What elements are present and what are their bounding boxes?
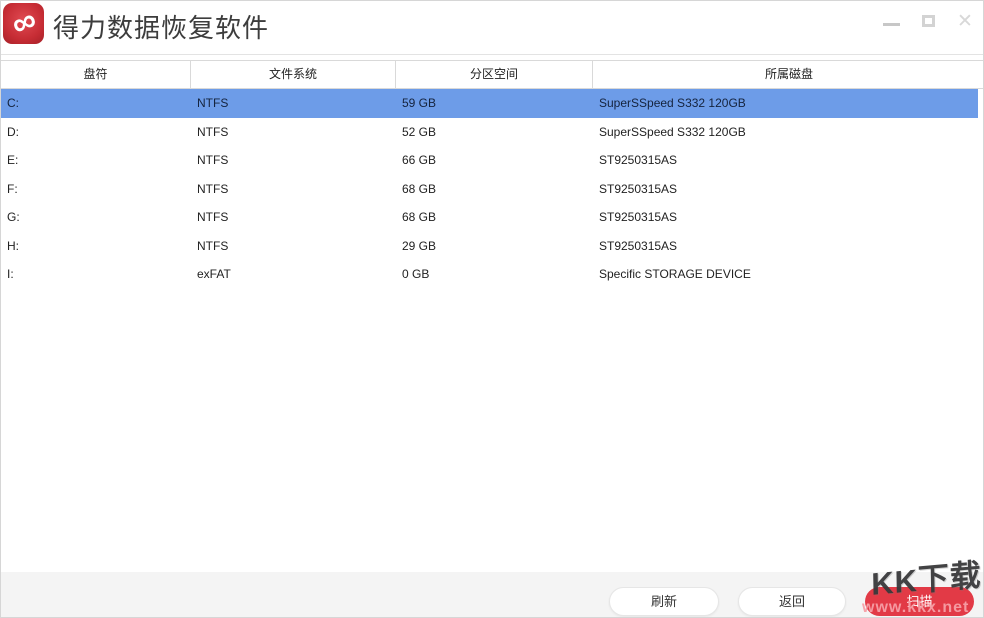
app-title: 得力数据恢复软件 xyxy=(53,8,269,45)
close-icon: ✕ xyxy=(957,12,973,31)
drive-letter-cell: D: xyxy=(1,118,191,147)
filesystem-cell: NTFS xyxy=(191,89,396,118)
drive-letter-cell: E: xyxy=(1,146,191,175)
partition-row[interactable]: E: NTFS 66 GB ST9250315AS xyxy=(1,146,984,175)
partition-table-body: C: NTFS 59 GB SuperSSpeed S332 120GB D: … xyxy=(1,89,984,289)
filesystem-cell: exFAT xyxy=(191,260,396,289)
partition-row[interactable]: C: NTFS 59 GB SuperSSpeed S332 120GB xyxy=(1,89,978,118)
drive-letter-cell: I: xyxy=(1,260,191,289)
filesystem-cell: NTFS xyxy=(191,232,396,261)
drive-letter-cell: F: xyxy=(1,175,191,204)
disk-name-cell: ST9250315AS xyxy=(593,175,984,204)
partition-row[interactable]: F: NTFS 68 GB ST9250315AS xyxy=(1,175,984,204)
disk-name-cell: ST9250315AS xyxy=(593,203,984,232)
back-button[interactable]: 返回 xyxy=(738,587,846,616)
close-button[interactable]: ✕ xyxy=(955,11,975,31)
drive-letter-cell: G: xyxy=(1,203,191,232)
partition-size-cell: 59 GB xyxy=(396,89,593,118)
partition-size-cell: 68 GB xyxy=(396,203,593,232)
partition-row[interactable]: G: NTFS 68 GB ST9250315AS xyxy=(1,203,984,232)
column-header-drive: 盘符 xyxy=(1,61,191,88)
partition-row[interactable]: I: exFAT 0 GB Specific STORAGE DEVICE xyxy=(1,260,984,289)
filesystem-cell: NTFS xyxy=(191,146,396,175)
disk-name-cell: SuperSSpeed S332 120GB xyxy=(593,118,984,147)
drive-letter-cell: H: xyxy=(1,232,191,261)
column-header-filesystem: 文件系统 xyxy=(191,61,396,88)
app-window: ∞ 得力数据恢复软件 ✕ 盘符 文件系统 分区空间 所属磁盘 C: NTFS 5… xyxy=(0,0,984,618)
filesystem-cell: NTFS xyxy=(191,118,396,147)
filesystem-cell: NTFS xyxy=(191,175,396,204)
drive-letter-cell: C: xyxy=(1,89,191,118)
filesystem-cell: NTFS xyxy=(191,203,396,232)
partition-row[interactable]: D: NTFS 52 GB SuperSSpeed S332 120GB xyxy=(1,118,984,147)
partition-table-header: 盘符 文件系统 分区空间 所属磁盘 xyxy=(1,60,984,89)
window-controls: ✕ xyxy=(881,9,975,33)
partition-row[interactable]: H: NTFS 29 GB ST9250315AS xyxy=(1,232,984,261)
minimize-icon xyxy=(883,23,900,26)
refresh-button[interactable]: 刷新 xyxy=(609,587,719,616)
app-logo-icon: ∞ xyxy=(3,3,44,44)
partition-size-cell: 66 GB xyxy=(396,146,593,175)
infinity-icon: ∞ xyxy=(6,2,40,41)
disk-name-cell: ST9250315AS xyxy=(593,232,984,261)
disk-name-cell: ST9250315AS xyxy=(593,146,984,175)
partition-size-cell: 52 GB xyxy=(396,118,593,147)
partition-size-cell: 68 GB xyxy=(396,175,593,204)
disk-name-cell: SuperSSpeed S332 120GB xyxy=(593,89,978,118)
partition-size-cell: 0 GB xyxy=(396,260,593,289)
scan-button[interactable]: 扫描 xyxy=(865,587,974,616)
column-header-size: 分区空间 xyxy=(396,61,593,88)
minimize-button[interactable] xyxy=(881,11,901,31)
partition-size-cell: 29 GB xyxy=(396,232,593,261)
maximize-button[interactable] xyxy=(918,11,938,31)
column-header-disk: 所属磁盘 xyxy=(593,61,984,88)
disk-name-cell: Specific STORAGE DEVICE xyxy=(593,260,984,289)
maximize-icon xyxy=(922,15,935,27)
titlebar: ∞ 得力数据恢复软件 ✕ xyxy=(1,1,983,55)
